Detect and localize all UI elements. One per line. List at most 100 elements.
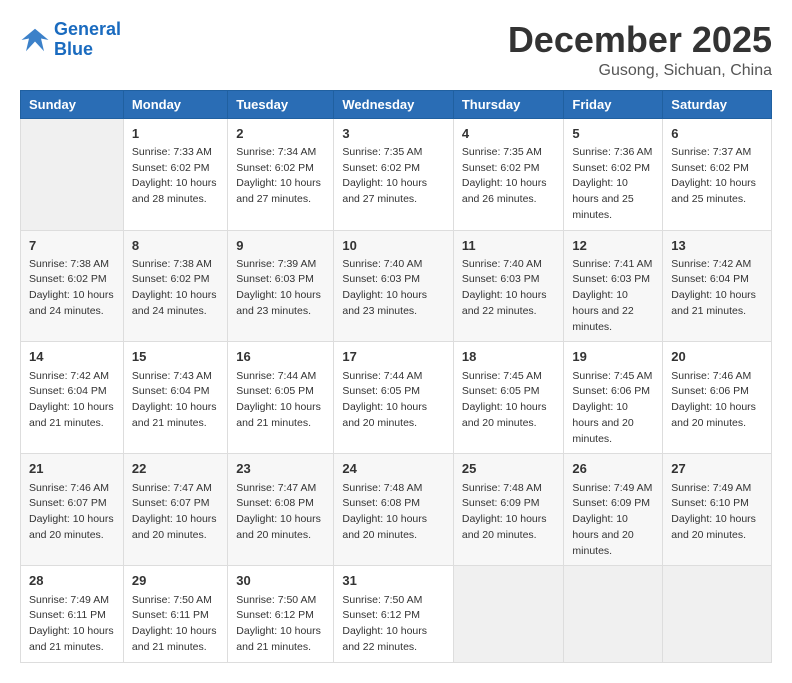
calendar-cell: 20 Sunrise: 7:46 AMSunset: 6:06 PMDayligh… [663, 342, 772, 454]
day-info: Sunrise: 7:38 AMSunset: 6:02 PMDaylight:… [132, 257, 219, 320]
day-info-line: Sunset: 6:02 PM [132, 161, 219, 177]
calendar-cell: 16Sunrise: 7:44 AMSunset: 6:05 PMDayligh… [228, 342, 334, 454]
day-info-line: Daylight: 10 hours and 26 minutes. [462, 176, 556, 208]
calendar-cell: 4Sunrise: 7:35 AMSunset: 6:02 PMDaylight… [453, 118, 564, 230]
calendar-cell [453, 566, 564, 662]
day-info-line: Daylight: 10 hours and 24 minutes. [29, 288, 115, 320]
day-info: Sunrise: 7:34 AMSunset: 6:02 PMDaylight:… [236, 145, 325, 208]
title-block: December 2025 Gusong, Sichuan, China [508, 20, 772, 80]
day-info-line: Sunset: 6:07 PM [29, 496, 115, 512]
calendar-cell: 3Sunrise: 7:35 AMSunset: 6:02 PMDaylight… [334, 118, 454, 230]
day-info-line: Sunrise: 7:42 AM [29, 369, 115, 385]
calendar-header: SundayMondayTuesdayWednesdayThursdayFrid… [21, 90, 772, 118]
day-info-line: Sunrise: 7:47 AM [132, 481, 219, 497]
day-info: Sunrise: 7:38 AMSunset: 6:02 PMDaylight:… [29, 257, 115, 320]
calendar-cell [663, 566, 772, 662]
calendar-cell: 26Sunrise: 7:49 AMSunset: 6:09 PMDayligh… [564, 454, 663, 566]
day-info-line: Sunrise: 7:42 AM [671, 257, 763, 273]
day-info: Sunrise: 7:33 AMSunset: 6:02 PMDaylight:… [132, 145, 219, 208]
calendar-week-row: 7Sunrise: 7:38 AMSunset: 6:02 PMDaylight… [21, 230, 772, 342]
day-number: 23 [236, 460, 325, 478]
day-info: Sunrise: 7:50 AMSunset: 6:12 PMDaylight:… [236, 593, 325, 656]
day-number: 20 [671, 348, 763, 366]
day-info-line: Sunrise: 7:38 AM [29, 257, 115, 273]
calendar-cell: 22 Sunrise: 7:47 AMSunset: 6:07 PMDayligh… [123, 454, 227, 566]
day-info-line: Sunset: 6:02 PM [132, 272, 219, 288]
day-info-line: Daylight: 10 hours and 21 minutes. [236, 400, 325, 432]
logo-icon [20, 25, 50, 55]
day-info-line: Sunrise: 7:46 AM [671, 369, 763, 385]
day-info: Sunrise: 7:49 AMSunset: 6:09 PMDaylight:… [572, 481, 654, 560]
calendar-cell: 29Sunrise: 7:50 AMSunset: 6:11 PMDayligh… [123, 566, 227, 662]
day-info-line: Daylight: 10 hours and 22 minutes. [342, 624, 445, 656]
day-info-line: Sunset: 6:04 PM [671, 272, 763, 288]
day-info-line: Daylight: 10 hours and 20 minutes. [671, 512, 763, 544]
day-number: 6 [671, 125, 763, 143]
day-number: 27 [671, 460, 763, 478]
day-info-line: Daylight: 10 hours and 20 minutes. [572, 512, 654, 559]
day-number: 13 [671, 237, 763, 255]
weekday-header-saturday: Saturday [663, 90, 772, 118]
weekday-header-monday: Monday [123, 90, 227, 118]
day-info: Sunrise: 7:49 AMSunset: 6:11 PMDaylight:… [29, 593, 115, 656]
day-number: 29 [132, 572, 219, 590]
weekday-header-thursday: Thursday [453, 90, 564, 118]
weekday-header-sunday: Sunday [21, 90, 124, 118]
day-info-line: Sunrise: 7:49 AM [572, 481, 654, 497]
day-number: 22 [132, 460, 219, 478]
calendar-cell: 31Sunrise: 7:50 AMSunset: 6:12 PMDayligh… [334, 566, 454, 662]
day-info: Sunrise: 7:48 AMSunset: 6:09 PMDaylight:… [462, 481, 556, 544]
day-info: Sunrise: 7:40 AMSunset: 6:03 PMDaylight:… [342, 257, 445, 320]
day-number: 7 [29, 237, 115, 255]
logo-text: General Blue [54, 20, 121, 60]
calendar-cell: 12Sunrise: 7:41 AMSunset: 6:03 PMDayligh… [564, 230, 663, 342]
day-info-line: Sunrise: 7:43 AM [132, 369, 219, 385]
day-info: Sunrise: 7:40 AMSunset: 6:03 PMDaylight:… [462, 257, 556, 320]
day-info-line: Daylight: 10 hours and 21 minutes. [671, 288, 763, 320]
day-info: Sunrise: 7:43 AMSunset: 6:04 PMDaylight:… [132, 369, 219, 432]
day-number: 10 [342, 237, 445, 255]
calendar-week-row: 21Sunrise: 7:46 AMSunset: 6:07 PMDayligh… [21, 454, 772, 566]
day-info-line: Sunset: 6:02 PM [671, 161, 763, 177]
calendar-cell: 21Sunrise: 7:46 AMSunset: 6:07 PMDayligh… [21, 454, 124, 566]
day-info-line: Daylight: 10 hours and 21 minutes. [29, 400, 115, 432]
calendar-cell [564, 566, 663, 662]
day-info: Sunrise: 7:41 AMSunset: 6:03 PMDaylight:… [572, 257, 654, 336]
day-info-line: Sunset: 6:04 PM [29, 384, 115, 400]
day-info-line: Sunrise: 7:47 AM [236, 481, 325, 497]
day-info-line: Daylight: 10 hours and 24 minutes. [132, 288, 219, 320]
day-info-line: Daylight: 10 hours and 20 minutes. [671, 400, 763, 432]
day-info-line: Sunrise: 7:37 AM [671, 145, 763, 161]
calendar-cell: 14Sunrise: 7:42 AMSunset: 6:04 PMDayligh… [21, 342, 124, 454]
weekday-header-row: SundayMondayTuesdayWednesdayThursdayFrid… [21, 90, 772, 118]
day-number: 19 [572, 348, 654, 366]
day-info-line: Sunrise: 7:46 AM [29, 481, 115, 497]
day-info-line: Sunset: 6:03 PM [572, 272, 654, 288]
location-subtitle: Gusong, Sichuan, China [508, 62, 772, 80]
day-info-line: Sunrise: 7:34 AM [236, 145, 325, 161]
calendar-cell: 9Sunrise: 7:39 AMSunset: 6:03 PMDaylight… [228, 230, 334, 342]
day-info: Sunrise: 7:47 AMSunset: 6:07 PMDaylight:… [132, 481, 219, 544]
day-info-line: Sunset: 6:05 PM [236, 384, 325, 400]
calendar-cell: 2Sunrise: 7:34 AMSunset: 6:02 PMDaylight… [228, 118, 334, 230]
day-info: Sunrise: 7:50 AMSunset: 6:12 PMDaylight:… [342, 593, 445, 656]
day-info-line: Sunset: 6:06 PM [572, 384, 654, 400]
day-info-line: Sunset: 6:02 PM [462, 161, 556, 177]
day-info-line: Sunrise: 7:49 AM [29, 593, 115, 609]
calendar-cell: 23Sunrise: 7:47 AMSunset: 6:08 PMDayligh… [228, 454, 334, 566]
day-info-line: Sunrise: 7:50 AM [342, 593, 445, 609]
day-info-line: Sunrise: 7:38 AM [132, 257, 219, 273]
day-info-line: Sunset: 6:05 PM [462, 384, 556, 400]
day-info: Sunrise: 7:46 AMSunset: 6:06 PMDaylight:… [671, 369, 763, 432]
day-info-line: Sunrise: 7:44 AM [342, 369, 445, 385]
day-info-line: Daylight: 10 hours and 21 minutes. [29, 624, 115, 656]
calendar-cell: 15Sunrise: 7:43 AMSunset: 6:04 PMDayligh… [123, 342, 227, 454]
day-info-line: Daylight: 10 hours and 20 minutes. [132, 512, 219, 544]
day-info-line: Daylight: 10 hours and 25 minutes. [671, 176, 763, 208]
calendar-cell: 27Sunrise: 7:49 AMSunset: 6:10 PMDayligh… [663, 454, 772, 566]
calendar-body: 1Sunrise: 7:33 AMSunset: 6:02 PMDaylight… [21, 118, 772, 662]
calendar-cell [21, 118, 124, 230]
month-year-title: December 2025 [508, 20, 772, 60]
day-number: 4 [462, 125, 556, 143]
day-info-line: Sunset: 6:07 PM [132, 496, 219, 512]
